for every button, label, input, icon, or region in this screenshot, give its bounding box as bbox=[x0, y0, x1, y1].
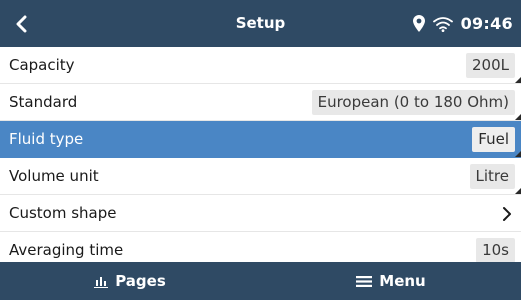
top-bar: Setup 09:46 bbox=[0, 0, 521, 47]
setting-row-capacity[interactable]: Capacity 200L bbox=[0, 47, 521, 84]
menu-button[interactable]: Menu bbox=[261, 262, 521, 300]
setting-label: Standard bbox=[9, 93, 78, 111]
back-chevron-icon bbox=[16, 15, 27, 32]
setting-value[interactable]: 200L bbox=[466, 53, 515, 78]
pages-button[interactable]: Pages bbox=[0, 262, 260, 300]
editable-corner-indicator bbox=[515, 151, 521, 157]
setting-row-standard[interactable]: Standard European (0 to 180 Ohm) bbox=[0, 84, 521, 121]
back-button[interactable] bbox=[0, 0, 44, 47]
location-pin-icon bbox=[412, 15, 425, 32]
setting-value[interactable]: Litre bbox=[469, 164, 515, 189]
editable-corner-indicator bbox=[515, 188, 521, 194]
pages-icon bbox=[94, 276, 109, 288]
setting-row-custom-shape[interactable]: Custom shape bbox=[0, 195, 521, 232]
clock: 09:46 bbox=[460, 14, 513, 33]
setting-value[interactable]: Fuel bbox=[472, 127, 515, 152]
status-area: 09:46 bbox=[412, 0, 513, 47]
setting-label: Volume unit bbox=[9, 167, 99, 185]
hamburger-menu-icon bbox=[356, 275, 373, 287]
setting-row-volume-unit[interactable]: Volume unit Litre bbox=[0, 158, 521, 195]
setting-label: Custom shape bbox=[9, 204, 117, 222]
editable-corner-indicator bbox=[515, 114, 521, 120]
menu-label: Menu bbox=[379, 272, 426, 290]
setting-row-fluid-type[interactable]: Fluid type Fuel bbox=[0, 121, 521, 158]
wifi-icon bbox=[432, 16, 453, 32]
editable-corner-indicator bbox=[515, 77, 521, 83]
setting-value[interactable]: European (0 to 180 Ohm) bbox=[311, 90, 515, 115]
setting-value[interactable]: 10s bbox=[476, 238, 515, 263]
setting-label: Capacity bbox=[9, 56, 75, 74]
pages-label: Pages bbox=[115, 272, 166, 290]
settings-list: Capacity 200L Standard European (0 to 18… bbox=[0, 47, 521, 269]
chevron-right-icon bbox=[502, 195, 512, 232]
bottom-bar: Pages Menu bbox=[0, 262, 521, 300]
setting-label: Fluid type bbox=[9, 130, 84, 148]
